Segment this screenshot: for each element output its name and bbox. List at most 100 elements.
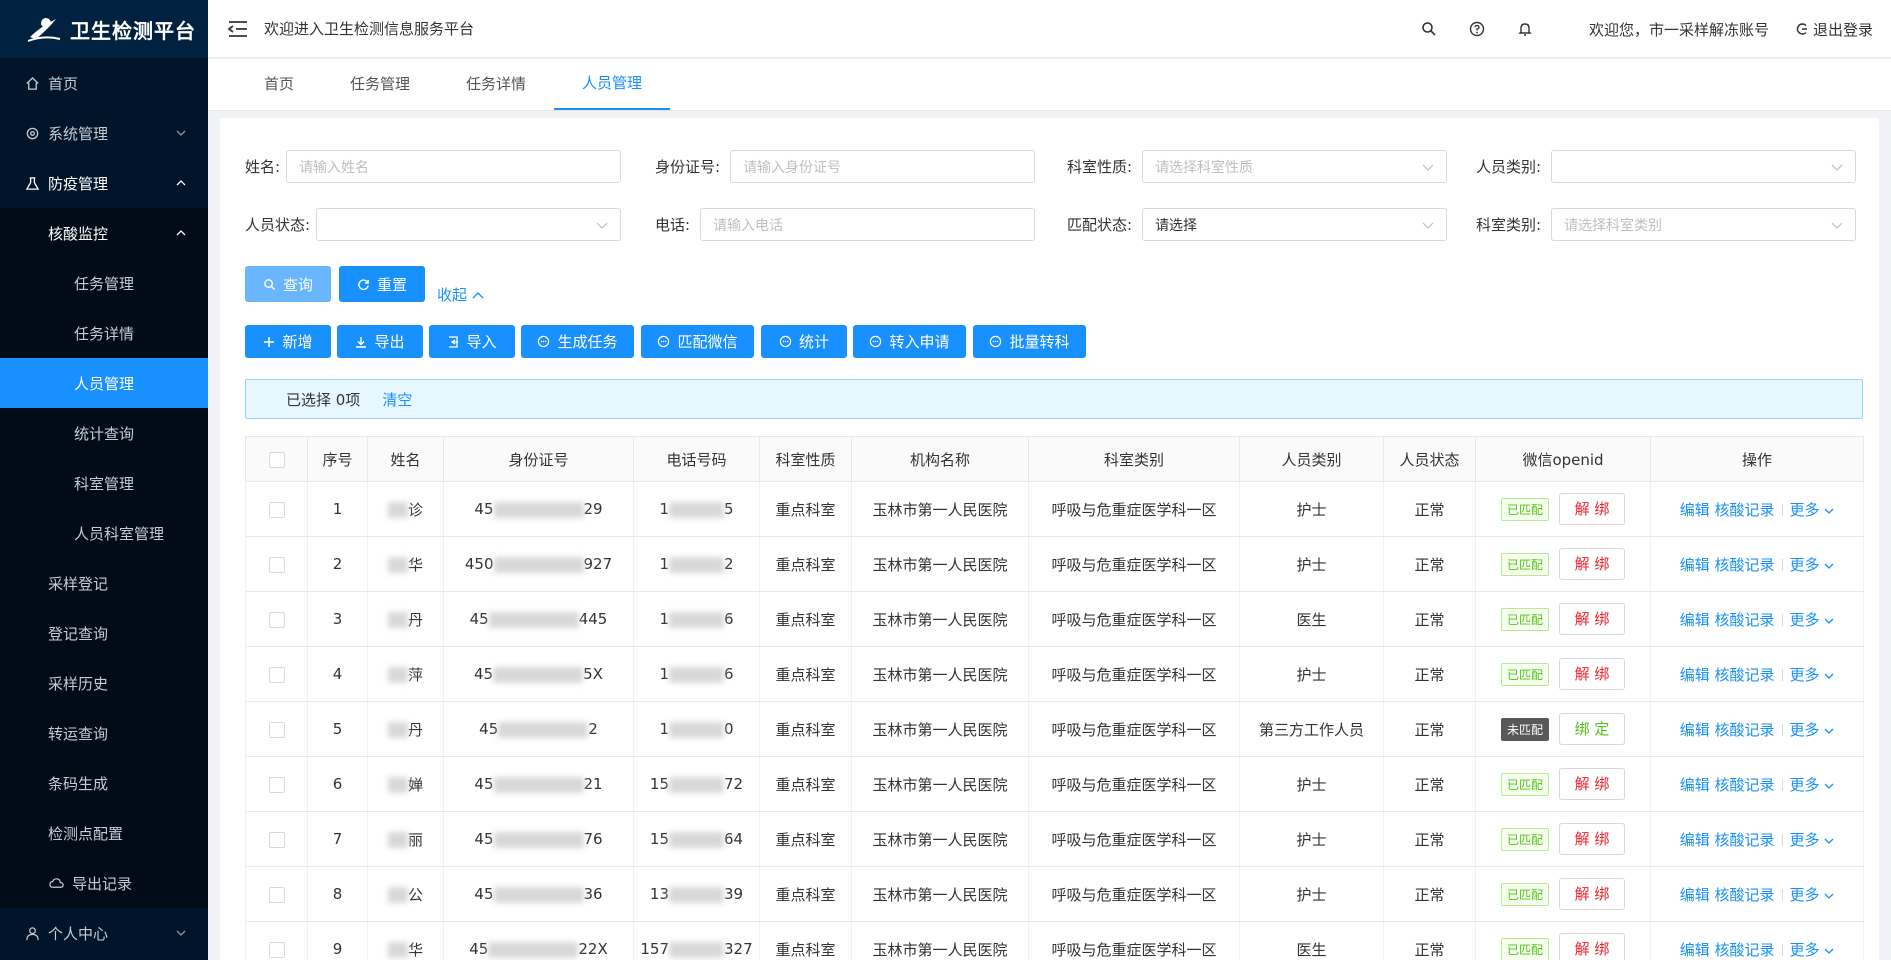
row-checkbox[interactable]	[268, 666, 285, 683]
reset-button[interactable]: 重置	[339, 266, 425, 302]
sidebar-item-statistics[interactable]: 统计查询	[0, 408, 208, 458]
user-greeting[interactable]: 欢迎您，市一采样解冻账号	[1589, 19, 1769, 40]
more-dropdown[interactable]: 更多	[1790, 611, 1835, 629]
bind-button[interactable]: 绑 定	[1559, 713, 1625, 745]
stats-button[interactable]: 统计	[761, 325, 847, 358]
nucleic-records-link[interactable]: 核酸记录	[1714, 776, 1774, 794]
nucleic-records-link[interactable]: 核酸记录	[1714, 831, 1774, 849]
edit-link[interactable]: 编辑	[1680, 886, 1710, 904]
row-select-cell[interactable]	[245, 536, 308, 592]
edit-link[interactable]: 编辑	[1680, 666, 1710, 684]
sidebar-item-system[interactable]: 系统管理	[0, 108, 208, 158]
more-dropdown[interactable]: 更多	[1790, 721, 1835, 739]
collapse-link[interactable]: 收起	[437, 284, 484, 305]
row-select-cell[interactable]	[245, 921, 308, 960]
nucleic-records-link[interactable]: 核酸记录	[1714, 941, 1774, 959]
more-dropdown[interactable]: 更多	[1790, 776, 1835, 794]
row-checkbox[interactable]	[268, 941, 285, 958]
nucleic-records-link[interactable]: 核酸记录	[1714, 611, 1774, 629]
sidebar-item-dept-management[interactable]: 科室管理	[0, 458, 208, 508]
edit-link[interactable]: 编辑	[1680, 831, 1710, 849]
idcard-input[interactable]: 请输入身份证号	[730, 150, 1036, 183]
person-type-select[interactable]	[1551, 150, 1857, 183]
unbind-button[interactable]: 解 绑	[1559, 878, 1625, 910]
tab-task-management[interactable]: 任务管理	[322, 58, 438, 110]
tab-personnel[interactable]: 人员管理	[554, 58, 671, 110]
tab-home[interactable]: 首页	[236, 58, 322, 110]
nucleic-records-link[interactable]: 核酸记录	[1714, 886, 1774, 904]
match-status-select[interactable]: 请选择	[1142, 208, 1448, 241]
more-dropdown[interactable]: 更多	[1790, 831, 1835, 849]
row-checkbox[interactable]	[268, 776, 285, 793]
unbind-button[interactable]: 解 绑	[1559, 493, 1625, 525]
phone-input[interactable]: 请输入电话	[700, 208, 1036, 241]
unbind-button[interactable]: 解 绑	[1559, 603, 1625, 635]
more-dropdown[interactable]: 更多	[1790, 556, 1835, 574]
more-dropdown[interactable]: 更多	[1790, 501, 1835, 519]
select-all-checkbox[interactable]	[268, 451, 285, 468]
help-icon[interactable]	[1468, 20, 1486, 38]
edit-link[interactable]: 编辑	[1680, 611, 1710, 629]
tab-task-details[interactable]: 任务详情	[438, 58, 554, 110]
unbind-button[interactable]: 解 绑	[1559, 933, 1625, 960]
more-dropdown[interactable]: 更多	[1790, 941, 1835, 959]
nucleic-records-link[interactable]: 核酸记录	[1714, 556, 1774, 574]
sidebar-item-personnel[interactable]: 人员管理	[0, 358, 208, 408]
export-button[interactable]: 导出	[337, 325, 423, 358]
sidebar-item-home[interactable]: 首页	[0, 58, 208, 108]
sidebar-item-person-dept[interactable]: 人员科室管理	[0, 508, 208, 558]
row-select-cell[interactable]	[245, 591, 308, 647]
batch-transfer-button[interactable]: 批量转科	[973, 325, 1086, 358]
import-button[interactable]: 导入	[429, 325, 515, 358]
row-select-cell[interactable]	[245, 756, 308, 812]
unbind-button[interactable]: 解 绑	[1559, 658, 1625, 690]
sidebar-item-sampling-history[interactable]: 采样历史	[0, 658, 208, 708]
menu-fold-icon[interactable]	[226, 17, 250, 41]
more-dropdown[interactable]: 更多	[1790, 666, 1835, 684]
dept-type-select[interactable]: 请选择科室类别	[1551, 208, 1857, 241]
query-button[interactable]: 查询	[245, 266, 331, 302]
logout-button[interactable]: 退出登录	[1795, 19, 1873, 40]
row-select-cell[interactable]	[245, 481, 308, 537]
sidebar-item-epidemic[interactable]: 防疫管理	[0, 158, 208, 208]
edit-link[interactable]: 编辑	[1680, 501, 1710, 519]
sidebar-item-personal-center[interactable]: 个人中心	[0, 908, 208, 958]
unbind-button[interactable]: 解 绑	[1559, 823, 1625, 855]
sidebar-item-register-query[interactable]: 登记查询	[0, 608, 208, 658]
unbind-button[interactable]: 解 绑	[1559, 548, 1625, 580]
dept-nature-select[interactable]: 请选择科室性质	[1142, 150, 1448, 183]
sidebar-item-transport-query[interactable]: 转运查询	[0, 708, 208, 758]
sidebar-item-task-details[interactable]: 任务详情	[0, 308, 208, 358]
edit-link[interactable]: 编辑	[1680, 556, 1710, 574]
sidebar-item-test-point-config[interactable]: 检测点配置	[0, 808, 208, 858]
row-select-cell[interactable]	[245, 811, 308, 867]
row-checkbox[interactable]	[268, 501, 285, 518]
bell-icon[interactable]	[1516, 20, 1534, 38]
sidebar-item-sampling-register[interactable]: 采样登记	[0, 558, 208, 608]
row-checkbox[interactable]	[268, 831, 285, 848]
sidebar-item-export-records[interactable]: 导出记录	[0, 858, 208, 908]
match-wechat-button[interactable]: 匹配微信	[641, 325, 754, 358]
more-dropdown[interactable]: 更多	[1790, 886, 1835, 904]
nucleic-records-link[interactable]: 核酸记录	[1714, 501, 1774, 519]
add-button[interactable]: 新增	[245, 325, 331, 358]
row-checkbox[interactable]	[268, 721, 285, 738]
row-checkbox[interactable]	[268, 886, 285, 903]
app-logo[interactable]: 卫生检测平台	[0, 0, 208, 58]
row-select-cell[interactable]	[245, 701, 308, 757]
name-input[interactable]: 请输入姓名	[286, 150, 622, 183]
clear-selection-link[interactable]: 清空	[382, 389, 412, 410]
nucleic-records-link[interactable]: 核酸记录	[1714, 666, 1774, 684]
person-status-select[interactable]	[316, 208, 622, 241]
edit-link[interactable]: 编辑	[1680, 776, 1710, 794]
edit-link[interactable]: 编辑	[1680, 721, 1710, 739]
unbind-button[interactable]: 解 绑	[1559, 768, 1625, 800]
row-select-cell[interactable]	[245, 866, 308, 922]
sidebar-item-barcode[interactable]: 条码生成	[0, 758, 208, 808]
select-all-header[interactable]	[245, 436, 308, 482]
sidebar-item-task-management[interactable]: 任务管理	[0, 258, 208, 308]
nucleic-records-link[interactable]: 核酸记录	[1714, 721, 1774, 739]
row-select-cell[interactable]	[245, 646, 308, 702]
sidebar-item-nucleic-monitor[interactable]: 核酸监控	[0, 208, 208, 258]
edit-link[interactable]: 编辑	[1680, 941, 1710, 959]
